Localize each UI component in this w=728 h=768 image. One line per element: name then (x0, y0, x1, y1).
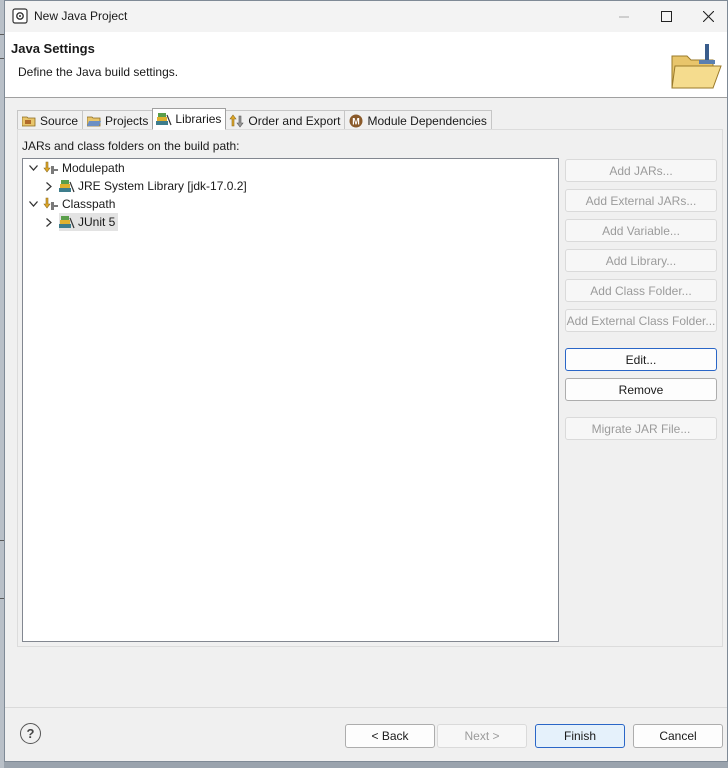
finish-button[interactable]: Finish (535, 724, 625, 748)
page-title: Java Settings (11, 41, 95, 56)
new-java-project-dialog: New Java Project Java Settings Define th… (4, 0, 728, 762)
page-description: Define the Java build settings. (18, 65, 179, 79)
tree-node-modulepath[interactable]: Modulepath (27, 159, 125, 177)
title-bar[interactable]: New Java Project (5, 1, 727, 32)
cancel-button[interactable]: Cancel (633, 724, 723, 748)
tree-node-classpath[interactable]: Classpath (27, 195, 115, 213)
edit-button[interactable]: Edit... (565, 348, 717, 371)
tab-label: Libraries (175, 112, 222, 126)
module-icon: M (348, 114, 364, 128)
tree-node-label: Modulepath (62, 161, 125, 175)
libraries-panel: JARs and class folders on the build path… (17, 129, 723, 647)
footer-separator (5, 707, 727, 708)
minimize-icon (619, 16, 629, 17)
classpath-icon (43, 161, 59, 175)
add-external-jars-button[interactable]: Add External JARs... (565, 189, 717, 212)
tab-order-and-export[interactable]: Order and Export (225, 110, 346, 130)
order-export-icon (229, 114, 245, 128)
tab-source[interactable]: Source (17, 110, 84, 130)
add-library-button[interactable]: Add Library... (565, 249, 717, 272)
chevron-right-icon[interactable] (43, 180, 55, 192)
tab-libraries[interactable]: Libraries (152, 108, 227, 130)
build-path-label: JARs and class folders on the build path… (22, 139, 240, 153)
help-icon: ? (26, 726, 35, 741)
source-folder-icon (21, 114, 37, 128)
help-button[interactable]: ? (20, 723, 41, 744)
tree-node-label: JRE System Library [jdk-17.0.2] (78, 179, 247, 193)
tree-node-jre-system-library[interactable]: JRE System Library [jdk-17.0.2] (43, 177, 247, 195)
tab-projects[interactable]: Projects (82, 110, 154, 130)
close-button[interactable] (685, 1, 728, 32)
classpath-icon (43, 197, 59, 211)
tab-label: Module Dependencies (367, 113, 487, 128)
remove-button[interactable]: Remove (565, 378, 717, 401)
library-icon (59, 215, 75, 229)
selected-highlight: JUnit 5 (59, 213, 119, 231)
add-jars-button[interactable]: Add JARs... (565, 159, 717, 182)
window-title: New Java Project (34, 9, 128, 23)
library-icon (59, 179, 75, 193)
project-folder-icon (86, 114, 102, 128)
library-books-icon (156, 112, 172, 126)
chevron-down-icon[interactable] (27, 162, 39, 174)
add-class-folder-button[interactable]: Add Class Folder... (565, 279, 717, 302)
tab-module-dependencies[interactable]: M Module Dependencies (344, 110, 492, 130)
add-external-class-folder-button[interactable]: Add External Class Folder... (565, 309, 717, 332)
minimize-button[interactable] (601, 1, 647, 32)
tree-node-junit5[interactable]: JUnit 5 (43, 213, 119, 231)
tree-node-label: Classpath (62, 197, 116, 211)
open-folder-wizard-icon (671, 44, 722, 89)
migrate-jar-button[interactable]: Migrate JAR File... (565, 417, 717, 440)
chevron-down-icon[interactable] (27, 198, 39, 210)
tab-label: Projects (105, 113, 149, 128)
tab-label: Source (40, 113, 79, 128)
eclipse-gear-icon (12, 8, 28, 24)
maximize-icon (660, 11, 672, 22)
wizard-header: Java Settings Define the Java build sett… (5, 32, 727, 98)
tree-node-label: JUnit 5 (78, 215, 116, 229)
tab-label: Order and Export (248, 113, 341, 128)
maximize-button[interactable] (643, 1, 689, 32)
add-variable-button[interactable]: Add Variable... (565, 219, 717, 242)
build-path-tree[interactable]: Modulepath JRE System Library [jdk-17.0.… (22, 158, 559, 642)
settings-tabs: Source Projects Libraries Order and Expo… (17, 108, 492, 130)
close-icon (702, 11, 714, 22)
next-button[interactable]: Next > (437, 724, 527, 748)
svg-text:M: M (353, 116, 361, 126)
chevron-right-icon[interactable] (43, 216, 55, 228)
back-button[interactable]: < Back (345, 724, 435, 748)
